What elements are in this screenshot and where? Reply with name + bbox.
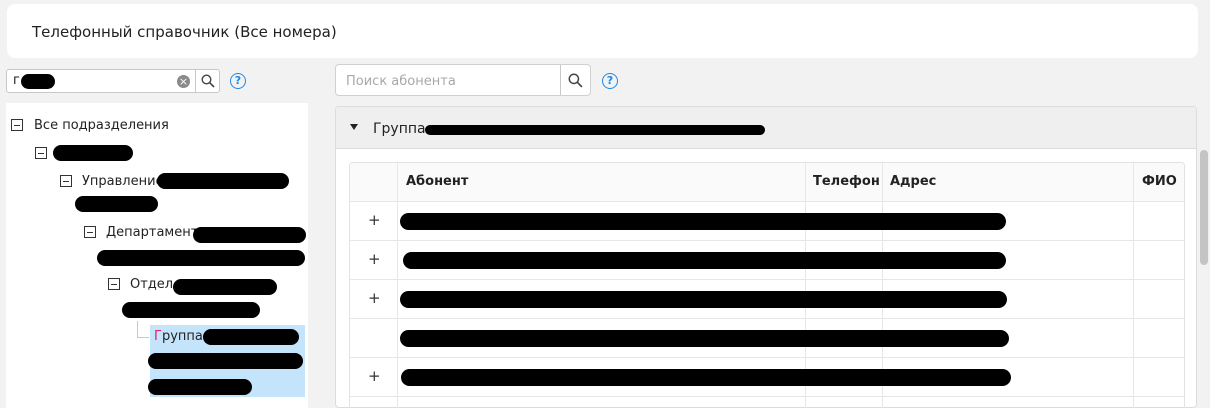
redacted-text [400, 330, 1009, 347]
row-divider [350, 240, 1184, 241]
search-button[interactable] [560, 65, 590, 95]
row-divider [350, 201, 1184, 202]
tree-item-division[interactable]: Отдел [130, 277, 173, 292]
search-button[interactable] [195, 69, 219, 93]
tree-item-management[interactable]: Управление [82, 174, 164, 189]
match-highlight: Г [154, 329, 162, 344]
page-title: Телефонный справочник (Все номера) [32, 23, 337, 41]
tree-search-value: г [13, 73, 20, 88]
column-divider [1133, 163, 1134, 408]
collapse-icon[interactable] [84, 226, 96, 238]
redacted-text [193, 227, 306, 243]
column-header-phone[interactable]: Телефон [805, 163, 880, 201]
column-header-address[interactable]: Адрес [882, 163, 936, 201]
expand-icon[interactable]: + [368, 289, 381, 307]
row-divider [350, 318, 1184, 319]
tree-connector [137, 337, 149, 338]
row-divider [350, 279, 1184, 280]
header-card: Телефонный справочник (Все номера) [7, 4, 1198, 58]
subscriber-table: Абонент Телефон Адрес ФИО + + + + + [349, 162, 1185, 408]
department-tree: Все подразделения Управление Департамент… [6, 103, 308, 408]
column-divider [397, 163, 398, 408]
tree-search-input[interactable]: г × [6, 69, 220, 93]
redacted-text [203, 329, 299, 345]
column-header-fio[interactable]: ФИО [1134, 163, 1177, 201]
tree-item-all[interactable]: Все подразделения [34, 118, 169, 133]
column-header-subscriber[interactable]: Абонент [398, 163, 468, 201]
row-divider [350, 396, 1184, 397]
row-divider [350, 357, 1184, 358]
redacted-text [75, 196, 158, 212]
expand-icon[interactable]: + [368, 367, 381, 385]
redacted-text [400, 291, 1007, 308]
vertical-scrollbar[interactable] [1200, 150, 1208, 265]
redacted-text [148, 379, 252, 395]
redacted-text [97, 250, 305, 266]
redacted-text [157, 173, 289, 189]
redacted-text [122, 302, 260, 318]
expand-icon[interactable]: + [368, 250, 381, 268]
group-panel: Группа Абонент Телефон Адрес ФИО + + + +… [335, 106, 1197, 408]
redacted-text [403, 252, 1006, 269]
redacted-text [400, 213, 1006, 230]
tree-item-department[interactable]: Департамент [106, 225, 198, 240]
expand-icon[interactable]: + [368, 211, 381, 229]
caret-down-icon[interactable] [350, 124, 358, 130]
redacted-text [21, 74, 55, 89]
collapse-icon[interactable] [11, 119, 23, 131]
help-icon[interactable]: ? [230, 73, 246, 89]
subscriber-search-input[interactable] [346, 71, 556, 91]
collapse-icon[interactable] [108, 278, 120, 290]
collapse-icon[interactable] [35, 147, 47, 159]
tree-item-group[interactable]: Группа [154, 329, 203, 344]
group-header[interactable]: Группа [336, 107, 1196, 149]
redacted-text [173, 279, 277, 295]
help-icon[interactable]: ? [602, 73, 618, 89]
search-icon [200, 74, 215, 88]
clear-icon[interactable]: × [177, 75, 190, 88]
redacted-text [53, 145, 133, 161]
tree-connector [137, 321, 138, 338]
redacted-text [401, 369, 1011, 386]
redacted-text [148, 353, 303, 369]
collapse-icon[interactable] [60, 175, 72, 187]
table-header [350, 163, 1184, 201]
redacted-text [425, 125, 765, 135]
subscriber-search-field[interactable] [335, 64, 591, 96]
search-icon [568, 73, 583, 88]
group-title: Группа [373, 121, 426, 137]
